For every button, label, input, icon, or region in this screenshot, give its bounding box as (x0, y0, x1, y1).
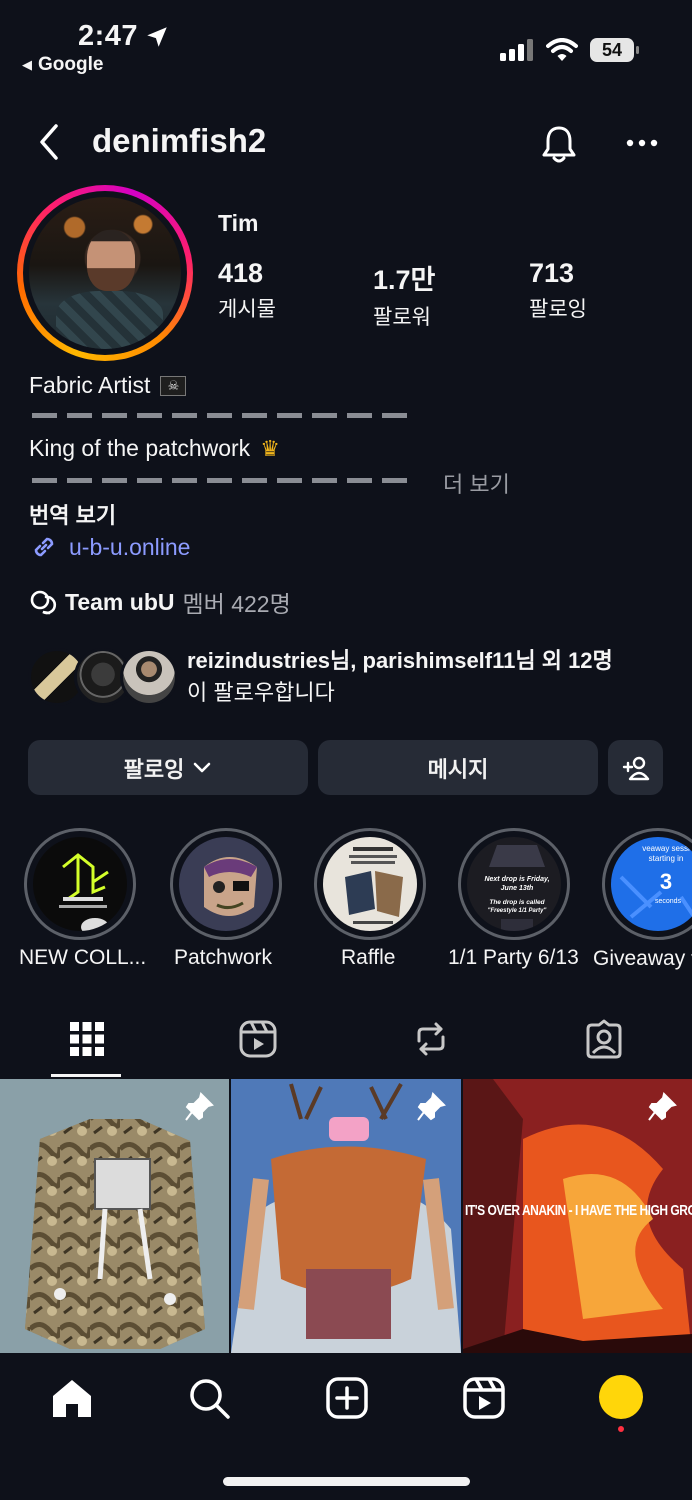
highlight-raffle[interactable] (314, 828, 426, 940)
following-count: 713 (529, 258, 575, 288)
followed-by-text[interactable]: reizindustries님, parishimself11님 외 12명 이… (187, 645, 677, 709)
svg-text:Next drop is Friday,: Next drop is Friday, (484, 876, 549, 883)
highlight-label-4: 1/1 Party 6/13 (448, 946, 579, 969)
chevron-down-icon (194, 762, 211, 772)
highlight-new-collection[interactable] (24, 828, 136, 940)
following-button[interactable]: 팔로잉 (28, 740, 308, 795)
follower-avatar-3 (120, 648, 178, 706)
home-icon[interactable] (50, 1376, 94, 1420)
more-horizontal-icon[interactable] (626, 138, 658, 148)
svg-text:3: 3 (660, 869, 672, 894)
back-triangle-icon: ◀ (22, 57, 32, 72)
highlight-label-3: Raffle (341, 946, 396, 969)
bio-more-link[interactable]: 더 보기 (443, 467, 510, 499)
svg-text:June 13th: June 13th (501, 885, 534, 892)
community-icon (30, 590, 57, 615)
chevron-left-icon[interactable] (36, 122, 62, 162)
highlight-label-5: Giveaway ▾ (593, 947, 692, 970)
translate-link[interactable]: 번역 보기 (29, 498, 116, 530)
grid-icon[interactable] (67, 1019, 107, 1059)
stat-followers[interactable]: 1.7만 팔로워 (373, 258, 435, 331)
bio-line-1: Fabric Artist ☠ (29, 372, 187, 399)
post-1[interactable] (0, 1079, 229, 1353)
posts-label: 게시물 (218, 298, 276, 321)
highlight-patchwork[interactable] (170, 828, 282, 940)
active-tab-indicator (51, 1074, 121, 1077)
bio-text-2: King of the patchwork (29, 435, 251, 461)
status-right: 54 (500, 38, 639, 62)
reels-nav-icon[interactable] (462, 1376, 506, 1420)
reels-icon[interactable] (238, 1019, 278, 1059)
profile-name: Tim (218, 210, 259, 236)
profile-avatar[interactable] (17, 185, 193, 361)
profile-link[interactable]: u-b-u.online (29, 532, 190, 562)
message-label: 메시지 (427, 756, 489, 782)
crown-icon: ♛ (260, 435, 280, 461)
status-time: 2:47 (78, 20, 170, 53)
highlight-cover-2 (179, 837, 273, 931)
following-label: 팔로잉 (123, 756, 185, 782)
link-text: u-b-u.online (69, 533, 191, 560)
svg-text:starting in: starting in (649, 854, 684, 863)
stat-posts[interactable]: 418 게시물 (218, 258, 276, 323)
location-arrow-icon (147, 26, 167, 47)
bio-text-1: Fabric Artist (29, 372, 151, 398)
highlight-cover-1 (33, 837, 127, 931)
post-3-caption: IT'S OVER ANAKIN - I HAVE THE HIGH GROUN… (465, 1202, 692, 1219)
post-3[interactable]: IT'S OVER ANAKIN - I HAVE THE HIGH GROUN… (463, 1079, 692, 1353)
posts-count: 418 (218, 258, 264, 288)
highlight-label-1: NEW COLL... (19, 946, 147, 969)
svg-text:veaway sessi: veaway sessi (642, 844, 690, 853)
home-indicator[interactable] (223, 1477, 470, 1486)
bio-line-2: King of the patchwork ♛ (29, 435, 280, 462)
community-name: Team ubU (65, 588, 175, 615)
community-row[interactable]: Team ubU 멤버 422명 (29, 585, 291, 619)
community-members: 멤버 422명 (182, 591, 291, 617)
battery-icon: 54 (590, 38, 639, 62)
notification-dot (618, 1426, 624, 1432)
highlight-label-2: Patchwork (174, 946, 273, 969)
highlight-cover-4: Next drop is Friday, June 13th The drop … (467, 837, 561, 931)
followed-by-names: reizindustries님, parishimself11님 외 12명 (187, 648, 613, 673)
pin-icon (417, 1092, 446, 1121)
followers-label: 팔로워 (373, 306, 431, 329)
pin-icon (185, 1092, 214, 1121)
add-person-button[interactable] (608, 740, 663, 795)
search-icon[interactable] (187, 1376, 231, 1420)
avatar-photo (29, 197, 181, 349)
back-app-label: Google (38, 54, 104, 75)
signal-icon (500, 39, 533, 61)
tagged-icon[interactable] (584, 1019, 624, 1059)
back-to-app[interactable]: ◀ Google (22, 54, 103, 76)
followed-by-avatars[interactable] (28, 648, 178, 706)
highlight-party[interactable]: Next drop is Friday, June 13th The drop … (458, 828, 570, 940)
message-button[interactable]: 메시지 (318, 740, 598, 795)
pirate-flag-icon: ☠ (160, 375, 187, 396)
bio-divider (32, 413, 410, 418)
highlight-cover-5: veaway sessi starting in 3 seconds (611, 837, 692, 931)
bio-divider-2 (32, 478, 410, 483)
bell-icon[interactable] (540, 124, 578, 164)
highlight-giveaway[interactable]: veaway sessi starting in 3 seconds (602, 828, 692, 940)
wifi-icon (546, 38, 578, 61)
following-label: 팔로잉 (529, 298, 587, 321)
battery-level: 54 (601, 39, 623, 60)
pin-icon (648, 1092, 677, 1121)
repost-icon[interactable] (411, 1019, 451, 1059)
followers-count: 1.7만 (373, 265, 436, 295)
svg-text:"Freestyle 1/1 Party": "Freestyle 1/1 Party" (488, 908, 547, 914)
time-text: 2:47 (78, 20, 139, 52)
stat-following[interactable]: 713 팔로잉 (529, 258, 587, 323)
profile-nav-avatar[interactable] (599, 1375, 643, 1419)
create-icon[interactable] (325, 1376, 369, 1420)
followed-by-suffix: 이 팔로우합니다 (187, 680, 335, 705)
highlight-cover-3 (323, 837, 417, 931)
svg-text:seconds: seconds (655, 898, 682, 905)
add-person-icon (622, 756, 649, 780)
profile-username: denimfish2 (92, 122, 267, 159)
svg-text:The drop is called: The drop is called (489, 899, 545, 906)
link-icon (34, 537, 54, 557)
post-2[interactable] (231, 1079, 461, 1353)
